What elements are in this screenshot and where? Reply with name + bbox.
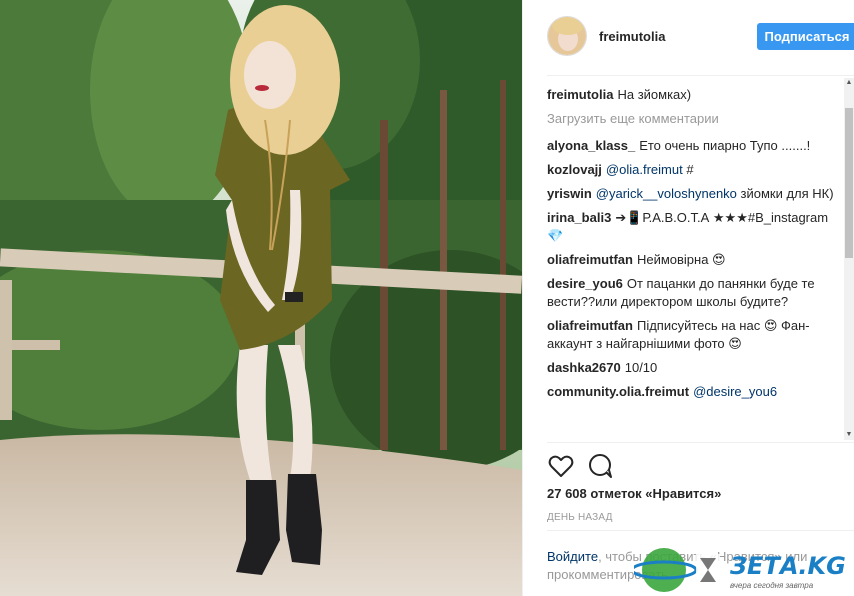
comment-text: 10/10 <box>624 360 658 375</box>
comment-mention[interactable]: @yarick__voloshynenko <box>596 186 737 201</box>
comment-username[interactable]: kozlovajj <box>547 162 602 177</box>
comment-text: Ето очень пиарно Тупо .......! <box>639 138 811 153</box>
comment-username[interactable]: yriswin <box>547 186 592 201</box>
comment-item: kozlovajj @olia.freimut # <box>547 161 843 179</box>
speech-bubble-icon[interactable] <box>587 452 615 480</box>
comment-item: yriswin @yarick__voloshynenko зйомки для … <box>547 185 843 203</box>
comment-mention[interactable]: @desire_you6 <box>693 384 777 399</box>
load-more-comments-link[interactable]: Загрузить еще комментарии <box>547 110 843 128</box>
login-link[interactable]: Войдите <box>547 549 598 564</box>
likes-count[interactable]: 27 608 отметок «Нравится» <box>547 486 721 501</box>
comment-username[interactable]: alyona_klass_ <box>547 138 635 153</box>
comment-username[interactable]: oliafreimutfan <box>547 318 633 333</box>
post-header: freimutolia Подписаться <box>547 16 854 60</box>
globe-logo-icon <box>630 548 720 592</box>
caption: freimutolia На зйомках) <box>547 86 843 104</box>
comments-divider <box>547 442 854 443</box>
comment-username[interactable]: dashka2670 <box>547 360 621 375</box>
site-watermark: ЗЕТА.KG вчера сегодня завтра <box>630 540 854 596</box>
caption-username[interactable]: freimutolia <box>547 87 613 102</box>
watermark-brand: ЗЕТА.KG <box>730 552 846 580</box>
post-photo <box>0 0 522 596</box>
comment-mention[interactable]: @olia.freimut <box>606 162 683 177</box>
avatar[interactable] <box>547 16 587 56</box>
comments-list: freimutolia На зйомках) Загрузить еще ком… <box>547 86 843 440</box>
comment-text: зйомки для НК) <box>736 186 834 201</box>
comment-item: desire_you6 От пацанки до панянки буде те… <box>547 275 843 311</box>
instagram-post-page: freimutolia Подписаться freimutolia На зй… <box>0 0 854 596</box>
post-actions <box>547 452 667 480</box>
scroll-down-arrow-icon[interactable]: ▼ <box>844 430 854 440</box>
comment-item: community.olia.freimut @desire_you6 <box>547 383 843 401</box>
comment-item: alyona_klass_ Ето очень пиарно Тупо .....… <box>547 137 843 155</box>
header-divider <box>547 75 854 76</box>
scroll-up-arrow-icon[interactable]: ▲ <box>844 78 854 88</box>
comment-item: oliafreimutfan Неймовірна 😍 <box>547 251 843 269</box>
scrollbar-thumb[interactable] <box>845 108 853 258</box>
comment-text: Неймовірна 😍 <box>636 252 726 267</box>
footer-divider <box>547 530 854 531</box>
comment-item: irina_bali3 ➔📱Р.А.В.О.Т.А ★★★#В_instagram… <box>547 209 843 245</box>
comment-item: oliafreimutfan Підписуйтесь на нас 😍 Фан-… <box>547 317 843 353</box>
caption-text: На зйомках) <box>617 87 692 102</box>
heart-outline-icon[interactable] <box>547 452 575 480</box>
comment-username[interactable]: irina_bali3 <box>547 210 611 225</box>
comment-username[interactable]: desire_you6 <box>547 276 623 291</box>
post-username[interactable]: freimutolia <box>599 29 665 44</box>
post-time[interactable]: ДЕНЬ НАЗАД <box>547 512 613 523</box>
comment-item: dashka2670 10/10 <box>547 359 843 377</box>
comment-text: # <box>682 162 694 177</box>
watermark-tagline: вчера сегодня завтра <box>730 581 814 590</box>
comment-username[interactable]: oliafreimutfan <box>547 252 633 267</box>
follow-button[interactable]: Подписаться <box>757 23 854 50</box>
comment-username[interactable]: community.olia.freimut <box>547 384 689 399</box>
comments-scrollbar[interactable]: ▲ ▼ <box>844 78 854 440</box>
